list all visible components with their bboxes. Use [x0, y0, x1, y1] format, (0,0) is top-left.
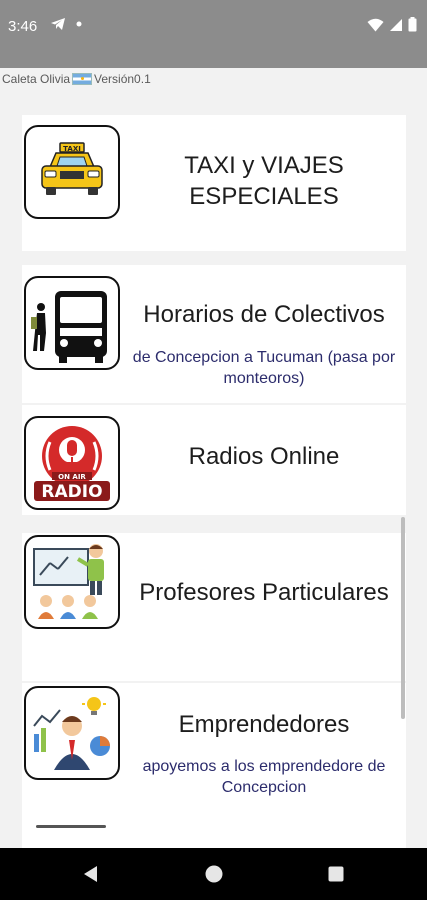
radio-on-air-icon: ON AIR RADIO — [24, 416, 120, 510]
menu-item-subtitle: apoyemos a los emprendedore de Concepcio… — [142, 758, 386, 796]
entrepreneur-icon — [24, 686, 120, 780]
signal-icon — [390, 18, 402, 31]
dot-icon — [76, 21, 82, 27]
svg-text:TAXI: TAXI — [63, 145, 81, 153]
menu-item-colectivos[interactable]: Horarios de Colectivos de Concepcion a T… — [22, 265, 406, 403]
battery-icon — [408, 17, 417, 32]
status-time: 3:46 — [8, 18, 38, 35]
status-right-icons — [367, 17, 417, 32]
menu-item-title: Horarios de Colectivos — [143, 301, 385, 328]
menu-item-title: TAXI y VIAJES ESPECIALES — [184, 152, 344, 210]
svg-text:RADIO: RADIO — [41, 482, 102, 502]
partial-icon-border — [36, 825, 106, 828]
version-label: Versión0.1 — [94, 72, 151, 86]
navigation-bar — [0, 848, 427, 900]
menu-item-emprendedores[interactable]: Emprendedores apoyemos a los emprendedor… — [22, 683, 406, 825]
bus-icon — [24, 276, 120, 370]
home-icon[interactable] — [204, 864, 224, 884]
menu-item-profesores[interactable]: Profesores Particulares — [22, 533, 406, 681]
scrollbar[interactable] — [401, 517, 405, 719]
menu-item-radios[interactable]: ON AIR RADIO Radios Online — [22, 405, 406, 515]
argentina-flag-icon — [72, 73, 93, 85]
menu-list[interactable]: TAXI TAXI y VIAJES ESPECIALES Horarios d… — [22, 115, 406, 848]
menu-item-title: Profesores Particulares — [139, 579, 389, 606]
city-label: Caleta Olivia — [2, 72, 71, 86]
menu-item-taxi[interactable]: TAXI TAXI y VIAJES ESPECIALES — [22, 115, 406, 251]
teacher-icon — [24, 535, 120, 629]
taxi-icon: TAXI — [24, 125, 120, 219]
app-version-label: Caleta Olivia Versión0.1 — [2, 72, 151, 86]
wifi-icon — [367, 18, 384, 31]
menu-item-title: Emprendedores — [178, 711, 350, 738]
menu-item-title: Radios Online — [188, 443, 340, 470]
telegram-icon — [51, 18, 65, 30]
recents-icon[interactable] — [327, 864, 345, 884]
svg-text:ON AIR: ON AIR — [58, 473, 86, 481]
status-left-icons — [50, 17, 82, 31]
menu-item-partial[interactable] — [22, 825, 406, 848]
back-icon[interactable] — [81, 864, 99, 884]
menu-item-subtitle: de Concepcion a Tucuman (pasa por monteo… — [132, 349, 396, 387]
status-bar: 3:46 — [0, 0, 427, 68]
